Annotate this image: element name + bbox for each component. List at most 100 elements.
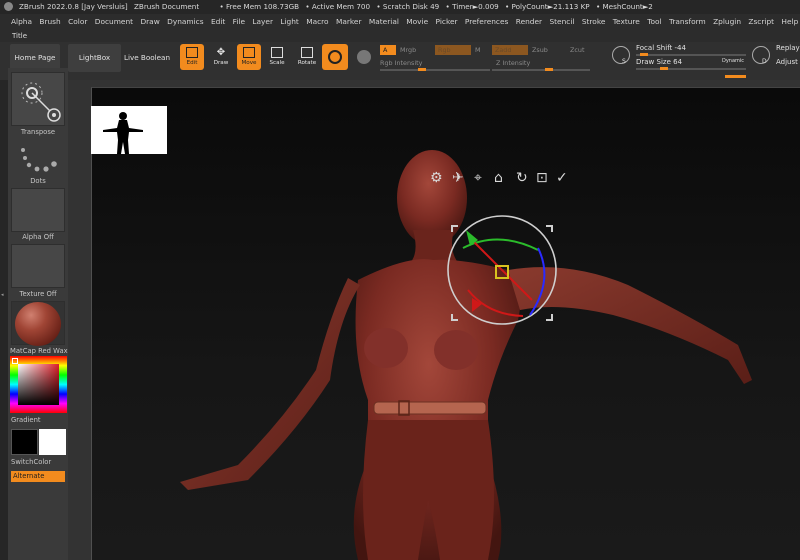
rotate-icon [301, 47, 313, 58]
model-chest-right [434, 330, 478, 370]
home-icon[interactable]: ⌂ [494, 170, 503, 186]
active-mem: • Active Mem 700 [305, 2, 371, 11]
top-shelf: Home Page LightBox Live Boolean Edit ✥ Dr… [0, 42, 800, 80]
rgb-button[interactable]: Rgb [435, 45, 471, 55]
menu-zplugin[interactable]: Zplugin [709, 14, 744, 30]
app-title: ZBrush 2022.0.8 [Jay Versluis] [19, 2, 128, 11]
texture-sphere-button[interactable] [354, 44, 374, 70]
transpose-tile[interactable] [11, 72, 65, 126]
menu-material[interactable]: Material [365, 14, 402, 30]
live-boolean-button[interactable]: Live Boolean [122, 44, 172, 72]
checkmark-icon[interactable]: ✓ [556, 170, 568, 186]
draw-size-label[interactable]: Draw Size 64 [636, 58, 682, 66]
texture-sphere-icon [357, 50, 371, 64]
menu-picker[interactable]: Picker [432, 14, 461, 30]
dynamic-button[interactable]: Dynamic [722, 58, 744, 64]
menu-movie[interactable]: Movie [403, 14, 432, 30]
menu-tool[interactable]: Tool [644, 14, 666, 30]
model-belt[interactable] [373, 401, 487, 415]
mrgb-button[interactable]: Mrgb [400, 45, 416, 55]
zadd-button[interactable]: Zadd [492, 45, 528, 55]
alpha-tile[interactable] [11, 188, 65, 232]
menu-file[interactable]: File [229, 14, 249, 30]
model-chest-left [364, 328, 408, 368]
menu-layer[interactable]: Layer [249, 14, 277, 30]
menu-color[interactable]: Color [64, 14, 91, 30]
s-size-icon[interactable] [612, 46, 630, 64]
menu-marker[interactable]: Marker [332, 14, 365, 30]
focal-shift-label[interactable]: Focal Shift -44 [636, 44, 686, 52]
menu-zscript[interactable]: Zscript [745, 14, 778, 30]
menu-texture[interactable]: Texture [609, 14, 643, 30]
switch-color-button[interactable]: SwitchColor [8, 458, 68, 466]
edit-button[interactable]: Edit [180, 44, 204, 70]
menu-brush[interactable]: Brush [36, 14, 65, 30]
texture-tile[interactable] [11, 244, 65, 288]
zsub-button[interactable]: Zsub [532, 45, 548, 55]
alternate-button[interactable]: Alternate [11, 471, 65, 482]
scratch-disk: • Scratch Disk 49 [376, 2, 440, 11]
menu-dynamics[interactable]: Dynamics [163, 14, 207, 30]
menu-draw[interactable]: Draw [137, 14, 164, 30]
polycount: • PolyCount►21.113 KP [505, 2, 590, 11]
a-button[interactable]: A [380, 45, 396, 55]
draw-button[interactable]: ✥ Draw [209, 44, 233, 70]
rgb-intensity-slider[interactable] [380, 69, 490, 71]
edit-icon [186, 47, 198, 58]
gradient-label: Gradient [11, 416, 41, 424]
menu-document[interactable]: Document [91, 14, 137, 30]
scale-button[interactable]: Scale [265, 44, 289, 70]
focal-shift-text: Focal Shift [636, 44, 673, 52]
pin-icon[interactable]: ✈ [452, 170, 464, 186]
menu-stroke[interactable]: Stroke [578, 14, 609, 30]
color-picker-square[interactable] [18, 364, 59, 405]
location-pin-icon[interactable]: ⌖ [474, 170, 482, 186]
replay-button[interactable]: Replay [776, 44, 800, 52]
adjust-button[interactable]: Adjust [776, 58, 798, 66]
rotate-button[interactable]: Rotate [295, 44, 319, 70]
main-color-swatch[interactable] [11, 429, 38, 455]
collapse-arrow-icon[interactable]: ◂ [1, 292, 4, 298]
d-size-icon[interactable] [752, 46, 770, 64]
model-left-arm[interactable] [180, 278, 360, 490]
lock-icon[interactable]: ⊡ [536, 170, 548, 186]
z-intensity-slider[interactable] [492, 69, 590, 71]
m-button[interactable]: M [475, 45, 481, 55]
focal-shift-slider[interactable] [636, 54, 746, 56]
lightbox-button[interactable]: LightBox [68, 44, 121, 72]
menu-render[interactable]: Render [512, 14, 546, 30]
gear-icon[interactable]: ⚙ [430, 170, 443, 186]
menu-transform[interactable]: Transform [665, 14, 709, 30]
menu-stencil[interactable]: Stencil [546, 14, 578, 30]
sculpt-model[interactable] [68, 80, 800, 560]
color-picker-cursor[interactable] [12, 358, 18, 364]
menu-preferences[interactable]: Preferences [461, 14, 512, 30]
model-right-arm[interactable] [508, 267, 752, 384]
timer: • Timer►0.009 [445, 2, 499, 11]
material-tile[interactable] [11, 301, 65, 346]
scale-icon [271, 47, 283, 58]
zbrush-logo-icon [4, 1, 13, 11]
draw-size-text: Draw Size [636, 58, 671, 66]
draw-size-slider[interactable] [636, 68, 746, 70]
menu-alpha[interactable]: Alpha [0, 14, 36, 30]
material-sphere-button[interactable] [322, 44, 348, 70]
matcap-label: MatCap Red Wax [10, 347, 68, 355]
edit-label: Edit [186, 60, 198, 66]
zcut-button[interactable]: Zcut [570, 45, 584, 55]
reset-icon[interactable]: ↻ [516, 170, 528, 186]
meshcount: • MeshCount►2 [595, 2, 653, 11]
draw-size-knob[interactable] [660, 67, 668, 70]
rgb-intensity-knob[interactable] [418, 68, 426, 71]
move-button[interactable]: Move [237, 44, 261, 70]
matcap-sphere-icon [15, 302, 61, 346]
left-tool-panel: Transpose Dots Alpha Off Texture Off Mat… [8, 68, 68, 560]
secondary-color-swatch[interactable] [39, 429, 66, 455]
color-picker-hue-ring[interactable] [10, 356, 67, 413]
menu-macro[interactable]: Macro [303, 14, 333, 30]
menu-light[interactable]: Light [277, 14, 303, 30]
menu-help[interactable]: Help [778, 14, 800, 30]
z-intensity-knob[interactable] [545, 68, 553, 71]
focal-shift-knob[interactable] [640, 53, 648, 56]
menu-edit[interactable]: Edit [207, 14, 229, 30]
